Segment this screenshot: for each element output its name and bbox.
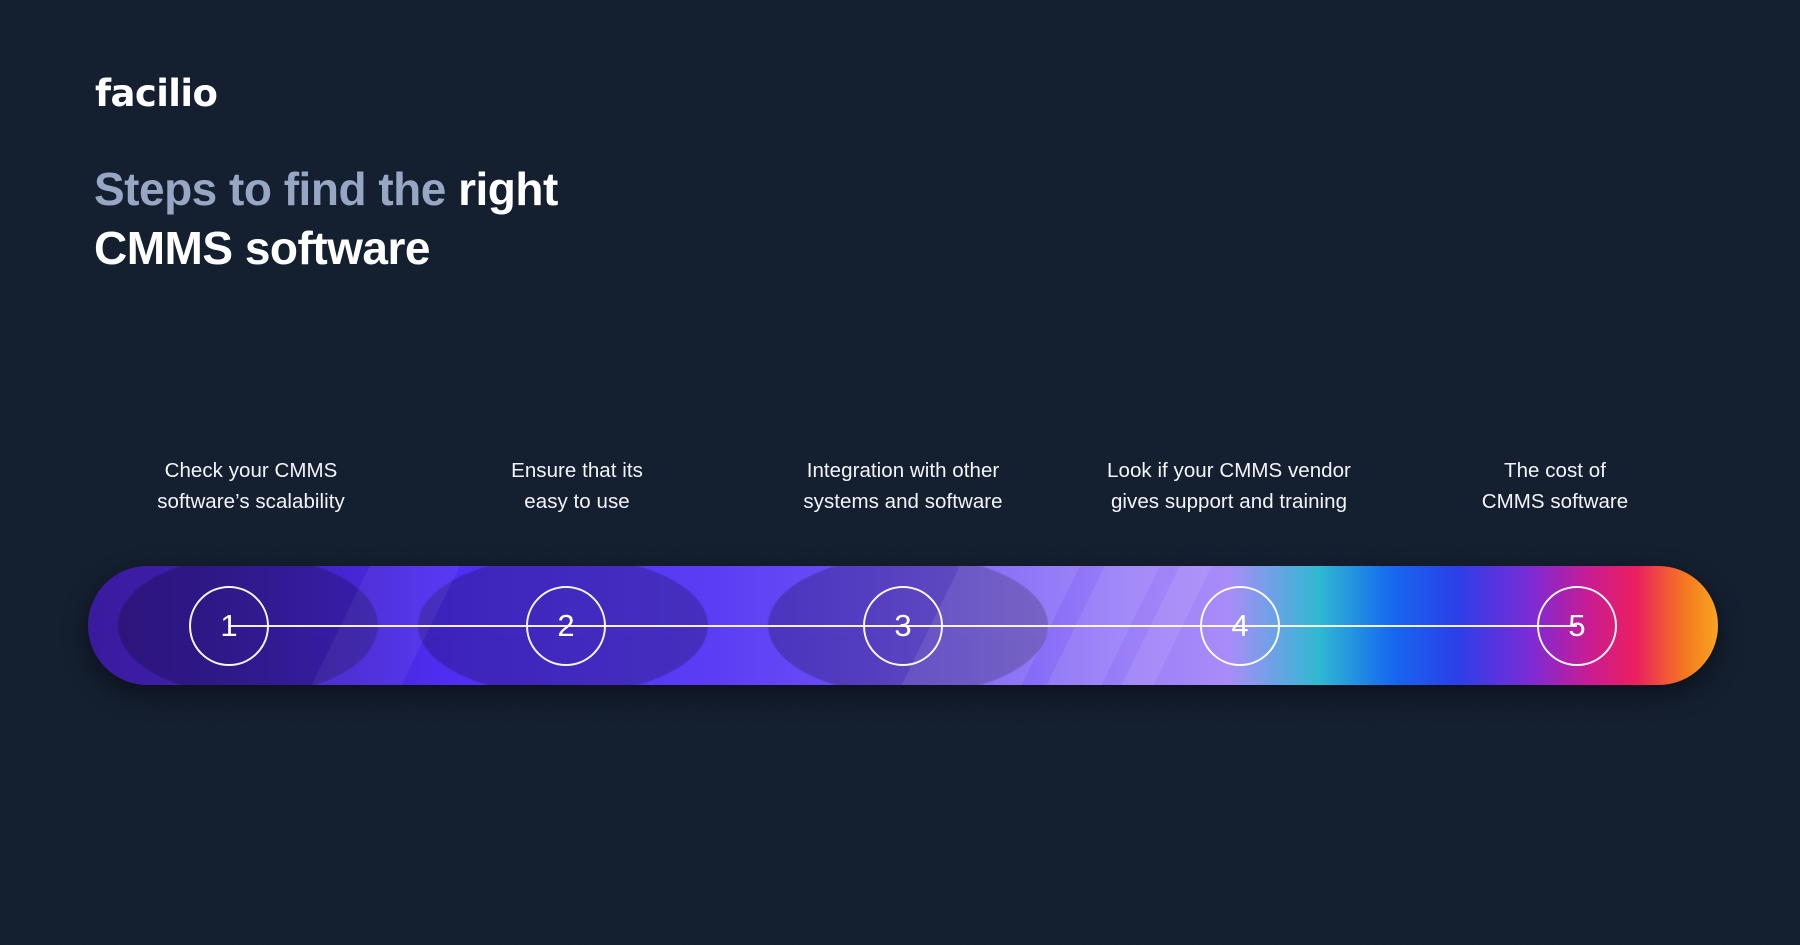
headline-second-line: CMMS software <box>94 221 430 274</box>
step-number-3: 3 <box>894 608 912 643</box>
step-label-2-line2: easy to use <box>524 490 630 514</box>
step-node-4[interactable]: 4 <box>1200 585 1280 666</box>
step-label-5-line1: The cost of <box>1504 459 1606 482</box>
step-number-2: 2 <box>557 608 575 643</box>
step-number-1: 1 <box>220 608 238 643</box>
brand-logo: facilio <box>95 72 218 115</box>
step-number-4: 4 <box>1231 608 1249 643</box>
step-label-2-line1: Ensure that its <box>511 459 643 482</box>
headline-bright-text: right <box>458 163 558 215</box>
headline-muted-text: Steps to find the <box>94 163 459 215</box>
step-label-1: Check your CMMS software’s scalability <box>88 455 414 525</box>
steps-progress-bar: 1 2 3 4 5 <box>88 566 1718 685</box>
step-label-2: Ensure that its easy to use <box>414 455 740 525</box>
step-node-2[interactable]: 2 <box>526 585 606 666</box>
step-label-5: The cost of CMMS software <box>1392 455 1718 525</box>
step-label-3-line1: Integration with other <box>806 459 1000 482</box>
gradient-bar: 1 2 3 4 5 <box>88 566 1718 685</box>
step-label-4-line2: gives support and training <box>1110 490 1348 514</box>
step-label-4: Look if your CMMS vendor gives support a… <box>1066 455 1392 525</box>
page-title: Steps to find the right CMMS software <box>94 160 558 278</box>
step-label-4-line1: Look if your CMMS vendor <box>1107 459 1351 482</box>
step-node-1[interactable]: 1 <box>189 585 269 666</box>
step-node-3[interactable]: 3 <box>863 585 943 666</box>
step-labels-row: Check your CMMS software’s scalability E… <box>88 455 1718 525</box>
step-label-3-line2: systems and software <box>803 490 1003 514</box>
step-label-1-line1: Check your CMMS <box>164 459 338 482</box>
infographic-canvas: facilio Steps to find the right CMMS sof… <box>0 0 1800 945</box>
step-number-5: 5 <box>1568 608 1586 643</box>
step-node-5[interactable]: 5 <box>1537 585 1617 666</box>
step-label-5-line2: CMMS software <box>1481 490 1629 514</box>
step-track: 1 2 3 4 5 <box>88 566 1718 685</box>
step-label-3: Integration with other systems and softw… <box>740 455 1066 525</box>
step-label-1-line2: software’s scalability <box>157 490 345 514</box>
